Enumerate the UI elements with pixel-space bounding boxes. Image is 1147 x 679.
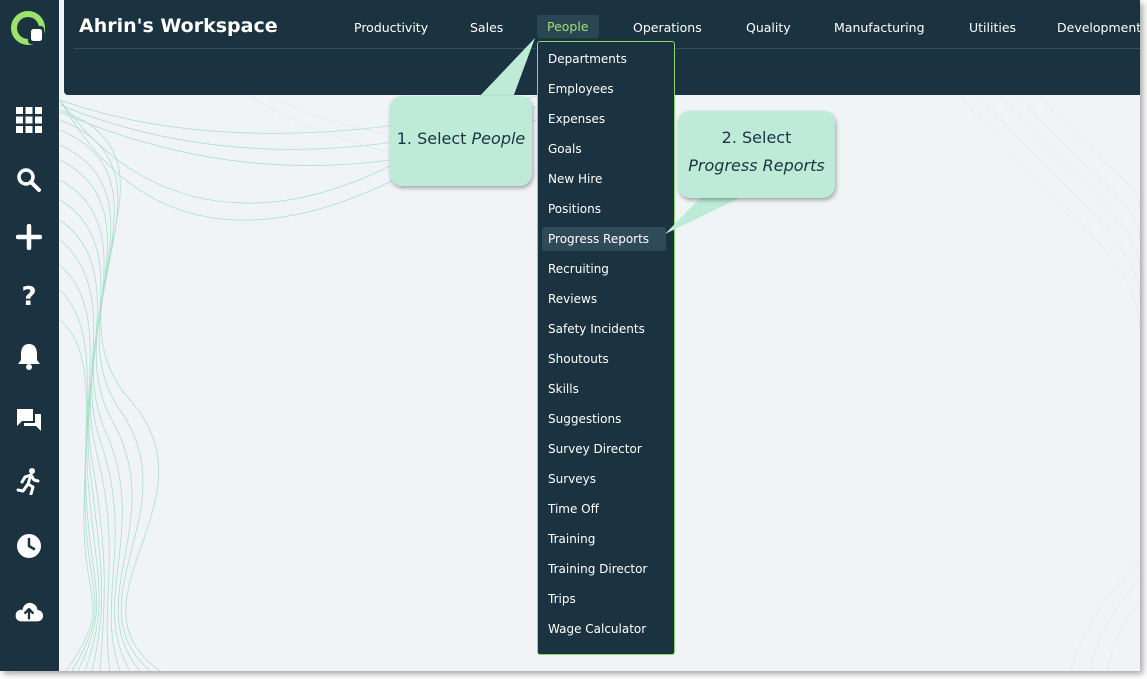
menu-item-training-director[interactable]: Training Director xyxy=(542,557,666,581)
workspace-title: Ahrin's Workspace xyxy=(79,15,278,37)
nav-quality[interactable]: Quality xyxy=(746,20,791,35)
svg-text:?: ? xyxy=(21,282,36,309)
menu-item-positions[interactable]: Positions xyxy=(542,197,666,221)
apps-grid-icon[interactable] xyxy=(14,105,44,135)
menu-item-employees[interactable]: Employees xyxy=(542,77,666,101)
menu-item-reviews[interactable]: Reviews xyxy=(542,287,666,311)
runner-icon[interactable] xyxy=(14,466,44,496)
people-dropdown-menu: Departments Employees Expenses Goals New… xyxy=(537,41,675,655)
menu-item-skills[interactable]: Skills xyxy=(542,377,666,401)
nav-operations[interactable]: Operations xyxy=(633,20,702,35)
plus-icon[interactable] xyxy=(14,222,44,252)
clock-icon[interactable] xyxy=(14,531,44,561)
callout-step-1: 1. Select People xyxy=(390,96,532,186)
menu-item-progress-reports[interactable]: Progress Reports xyxy=(542,227,666,251)
app-logo-icon[interactable] xyxy=(11,10,47,46)
callout-step-1-text: 1. Select xyxy=(396,129,472,148)
nav-sales[interactable]: Sales xyxy=(470,20,503,35)
callout-step-2: 2. Select Progress Reports xyxy=(678,111,835,198)
nav-manufacturing[interactable]: Manufacturing xyxy=(834,20,925,35)
help-icon[interactable]: ? xyxy=(14,280,44,310)
app-window: ? Ahrin's Workspace Productivity Sales P… xyxy=(0,0,1140,671)
search-icon[interactable] xyxy=(14,165,44,195)
cloud-upload-icon[interactable] xyxy=(14,596,44,626)
menu-item-training[interactable]: Training xyxy=(542,527,666,551)
callout-step-1-emphasis: People xyxy=(471,129,526,148)
callout-step-2-text: 2. Select xyxy=(721,128,792,147)
chat-icon[interactable] xyxy=(14,405,44,435)
menu-item-survey-director[interactable]: Survey Director xyxy=(542,437,666,461)
menu-item-wage-calculator[interactable]: Wage Calculator xyxy=(542,617,666,641)
menu-item-suggestions[interactable]: Suggestions xyxy=(542,407,666,431)
menu-item-shoutouts[interactable]: Shoutouts xyxy=(542,347,666,371)
sidebar: ? xyxy=(0,0,59,671)
nav-productivity[interactable]: Productivity xyxy=(354,20,428,35)
menu-item-time-off[interactable]: Time Off xyxy=(542,497,666,521)
nav-utilities[interactable]: Utilities xyxy=(969,20,1016,35)
menu-item-trips[interactable]: Trips xyxy=(542,587,666,611)
menu-item-surveys[interactable]: Surveys xyxy=(542,467,666,491)
menu-item-expenses[interactable]: Expenses xyxy=(542,107,666,131)
menu-item-safety-incidents[interactable]: Safety Incidents xyxy=(542,317,666,341)
callout-step-2-emphasis: Progress Reports xyxy=(688,156,825,175)
menu-item-new-hire[interactable]: New Hire xyxy=(542,167,666,191)
menu-item-goals[interactable]: Goals xyxy=(542,137,666,161)
nav-development[interactable]: Development xyxy=(1057,20,1140,35)
nav-people[interactable]: People xyxy=(537,15,599,38)
menu-item-departments[interactable]: Departments xyxy=(542,47,666,71)
bell-icon[interactable] xyxy=(14,341,44,371)
menu-item-recruiting[interactable]: Recruiting xyxy=(542,257,666,281)
